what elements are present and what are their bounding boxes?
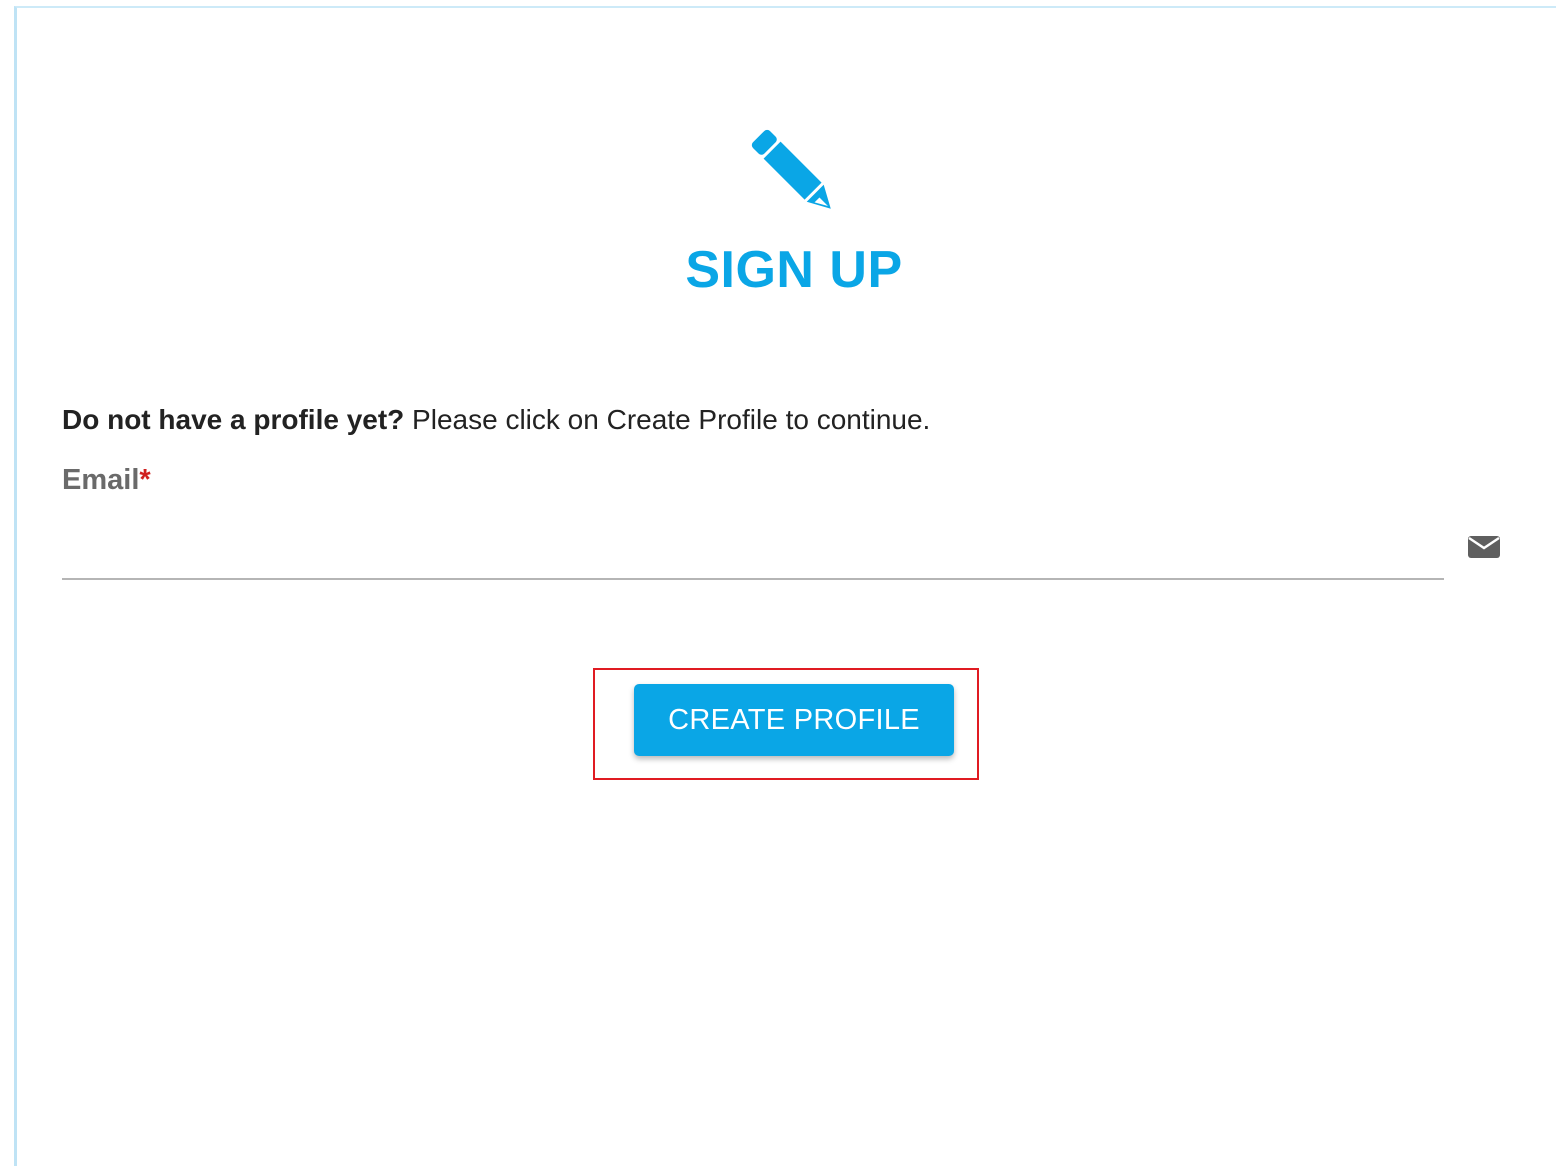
email-label: Email* — [62, 462, 151, 498]
email-field[interactable] — [62, 520, 1444, 580]
page-title: SIGN UP — [685, 241, 903, 299]
signup-header: SIGN UP — [0, 0, 1556, 300]
required-marker: * — [139, 464, 151, 496]
create-profile-button[interactable]: CREATE PROFILE — [634, 684, 954, 756]
envelope-icon — [1468, 536, 1500, 558]
prompt-bold-text: Do not have a profile yet? — [62, 404, 405, 435]
email-label-text: Email — [62, 464, 140, 496]
signup-prompt: Do not have a profile yet? Please click … — [62, 402, 930, 438]
pencil-icon — [751, 129, 831, 209]
prompt-text: Please click on Create Profile to contin… — [404, 404, 931, 435]
